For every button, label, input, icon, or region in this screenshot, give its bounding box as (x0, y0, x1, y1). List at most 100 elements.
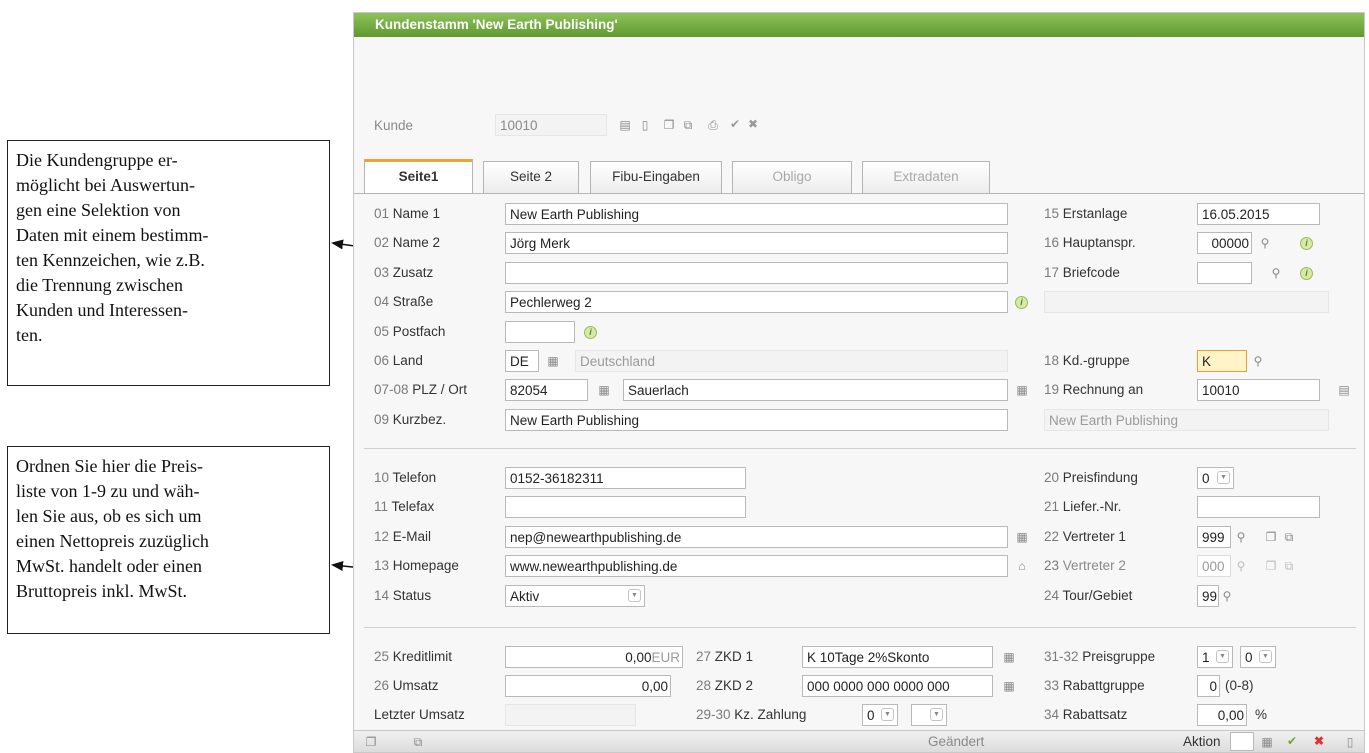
copy-icon[interactable]: ⧉ (681, 118, 695, 132)
vertreter1-field[interactable]: 999 (1197, 526, 1231, 548)
rabattsatz-field[interactable]: 0,00 (1197, 704, 1247, 726)
hauptanspr-field[interactable]: 00000 (1197, 232, 1252, 254)
tab-seite2[interactable]: Seite 2 (483, 161, 579, 193)
changed-status: Geändert (928, 734, 985, 749)
postfach-label: 05 Postfach (374, 324, 446, 339)
rechnung-an-field[interactable]: 10010 (1197, 379, 1320, 401)
section-separator (364, 448, 1356, 449)
rechnung-an-name: New Earth Publishing (1044, 409, 1329, 431)
kreditlimit-field[interactable]: 0,00EUR (505, 646, 683, 668)
search-icon[interactable]: ⚲ (1269, 266, 1283, 280)
new-record-icon: ❐ (1265, 559, 1277, 573)
telefon-field[interactable]: 0152-36182311 (505, 467, 746, 489)
rabattsatz-unit: % (1255, 707, 1268, 722)
info-icon[interactable]: i (1015, 296, 1028, 309)
tab-fibu-eingaben[interactable]: Fibu-Eingaben (590, 161, 722, 193)
letzter-umsatz-field (505, 704, 636, 726)
postfach-field[interactable] (505, 321, 575, 343)
zkd1-field[interactable]: K 10Tage 2%Skonto (802, 646, 993, 668)
save-check-icon[interactable]: ✔ (1285, 734, 1299, 748)
aktion-field[interactable] (1230, 732, 1254, 751)
preisgruppe-select-1[interactable]: 1 ▼ (1197, 646, 1233, 668)
document-icon[interactable]: ▯ (638, 118, 652, 132)
homepage-field[interactable]: www.newearthpublishing.de (505, 555, 1008, 577)
info-icon[interactable]: i (1300, 237, 1313, 250)
strasse-field[interactable]: Pechlerweg 2 (505, 291, 1008, 313)
status-label: 14 Status (374, 588, 432, 603)
kurzbez-label: 09 Kurzbez. (374, 412, 447, 427)
preisgruppe-select-2[interactable]: 0 ▼ (1240, 646, 1276, 668)
tour-label: 24 Tour/Gebiet (1044, 588, 1133, 603)
customer-master-window: Kundenstamm 'New Earth Publishing' Kunde… (353, 12, 1365, 753)
plz-field[interactable]: 82054 (505, 379, 588, 401)
zkd2-field[interactable]: 000 0000 000 0000 000 (802, 675, 993, 697)
table-lookup-icon[interactable]: ▦ (597, 383, 611, 397)
cancel-x-icon[interactable]: ✖ (746, 117, 760, 131)
save-check-icon[interactable]: ✔ (728, 117, 742, 131)
rabattgruppe-field[interactable]: 0 (1197, 675, 1220, 697)
preisfindung-select[interactable]: 0 ▼ (1197, 467, 1234, 489)
table-lookup-icon[interactable]: ▦ (546, 354, 560, 368)
chevron-down-icon: ▼ (1259, 650, 1272, 663)
print-icon[interactable]: ⎙ (706, 118, 720, 132)
chevron-down-icon: ▼ (930, 708, 943, 721)
cancel-x-icon[interactable]: ✖ (1312, 734, 1326, 748)
kunde-label: Kunde (374, 118, 414, 133)
copy-icon[interactable]: ⧉ (1282, 530, 1296, 544)
chevron-down-icon: ▼ (628, 589, 641, 602)
search-icon[interactable]: ⚲ (1251, 354, 1265, 368)
list-icon[interactable]: ▤ (618, 118, 632, 132)
chevron-down-icon: ▼ (1216, 650, 1229, 663)
rabattgruppe-label: 33 Rabattgruppe (1044, 678, 1145, 693)
copy-icon[interactable]: ⧉ (411, 735, 425, 749)
table-lookup-icon[interactable]: ▦ (1260, 735, 1274, 749)
table-lookup-icon[interactable]: ▦ (1002, 650, 1016, 664)
table-lookup-icon[interactable]: ▦ (1015, 530, 1029, 544)
table-lookup-icon[interactable]: ▦ (1002, 679, 1016, 693)
tab-extradaten[interactable]: Extradaten (862, 161, 990, 193)
kurzbez-field[interactable]: New Earth Publishing (505, 409, 1008, 431)
preisfindung-label: 20 Preisfindung (1044, 470, 1138, 485)
copy-icon: ⧉ (1284, 559, 1294, 573)
email-field[interactable]: nep@newearthpublishing.de (505, 526, 1008, 548)
new-record-icon[interactable]: ❐ (364, 735, 378, 749)
erstanlage-field[interactable]: 16.05.2015 (1197, 203, 1320, 225)
tab-obligo[interactable]: Obligo (732, 161, 852, 193)
tab-seite1[interactable]: Seite1 (364, 159, 473, 193)
briefcode-field[interactable] (1197, 262, 1252, 284)
search-icon: ⚲ (1236, 559, 1246, 573)
name2-field[interactable]: Jörg Merk (505, 232, 1008, 254)
kdgruppe-field[interactable]: K (1197, 350, 1247, 372)
kunde-number-field[interactable]: 10010 (495, 114, 607, 136)
kdgruppe-label: 18 Kd.-gruppe (1044, 353, 1130, 368)
kz-zahlung-select-2[interactable]: ▼ (911, 704, 947, 726)
new-record-icon[interactable]: ❐ (1264, 530, 1278, 544)
search-icon[interactable]: ⚲ (1258, 236, 1272, 250)
zkd1-label: 27 ZKD 1 (696, 649, 754, 664)
ort-field[interactable]: Sauerlach (623, 379, 1008, 401)
search-icon[interactable]: ⚲ (1234, 530, 1248, 544)
briefcode-label: 17 Briefcode (1044, 265, 1120, 280)
window-title: Kundenstamm 'New Earth Publishing' (354, 13, 1364, 37)
telefax-label: 11 Telefax (374, 499, 435, 514)
liefernr-field[interactable] (1197, 496, 1320, 518)
status-select[interactable]: Aktiv ▼ (505, 585, 645, 607)
name1-field[interactable]: New Earth Publishing (505, 203, 1008, 225)
table-lookup-icon[interactable]: ▦ (1015, 383, 1029, 397)
umsatz-field[interactable]: 0,00 (505, 675, 671, 697)
new-record-icon[interactable]: ❐ (662, 118, 676, 132)
land-code-field[interactable]: DE (505, 350, 539, 372)
tour-field[interactable]: 99 (1197, 585, 1219, 607)
chevron-down-icon: ▼ (881, 708, 894, 721)
strasse-label: 04 Straße (374, 294, 434, 309)
chevron-down-icon: ▼ (1217, 471, 1230, 484)
exit-icon[interactable]: ▯ (1343, 735, 1357, 749)
kz-zahlung-select-1[interactable]: 0 ▼ (862, 704, 898, 726)
home-icon[interactable]: ⌂ (1015, 559, 1029, 573)
zusatz-field[interactable] (505, 262, 1008, 284)
info-icon[interactable]: i (584, 326, 597, 339)
search-icon[interactable]: ⚲ (1220, 589, 1234, 603)
telefax-field[interactable] (505, 496, 746, 518)
list-icon[interactable]: ▤ (1337, 383, 1351, 397)
info-icon[interactable]: i (1300, 267, 1313, 280)
